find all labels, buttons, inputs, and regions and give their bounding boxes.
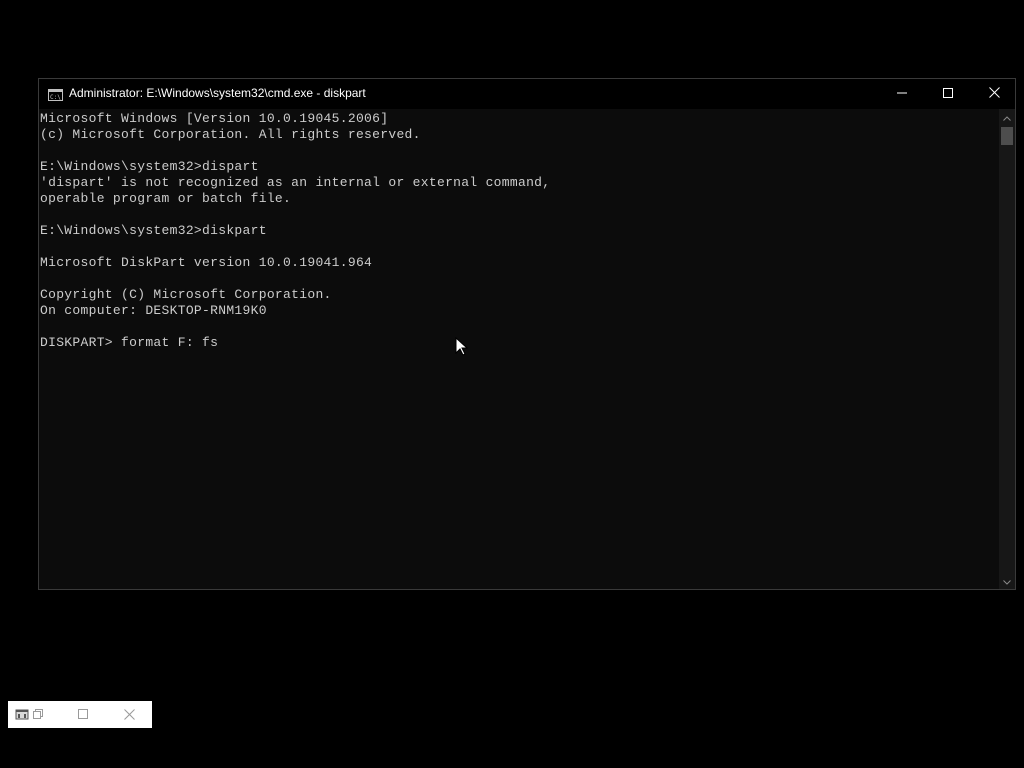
mouse-pointer-icon xyxy=(455,336,469,357)
console-line: operable program or batch file. xyxy=(40,191,292,206)
title-bar[interactable]: C:\ Administrator: E:\Windows\system32\c… xyxy=(39,79,1015,109)
maximize-button[interactable] xyxy=(925,79,971,109)
minimize-icon xyxy=(897,85,907,103)
maximize-icon[interactable] xyxy=(75,706,91,722)
command-prompt-input[interactable]: DISKPART> format F: fs xyxy=(40,335,218,351)
close-icon[interactable] xyxy=(121,706,137,722)
console-line: E:\Windows\system32>dispart xyxy=(40,159,259,174)
console-line: E:\Windows\system32>diskpart xyxy=(40,223,267,238)
scroll-up-button[interactable] xyxy=(999,109,1015,125)
console-line: Microsoft Windows [Version 10.0.19045.20… xyxy=(40,111,389,126)
cmd-window: C:\ Administrator: E:\Windows\system32\c… xyxy=(38,78,1016,590)
console-line: Copyright (C) Microsoft Corporation. xyxy=(40,287,332,302)
chevron-up-icon xyxy=(1003,108,1011,126)
window-title: Administrator: E:\Windows\system32\cmd.e… xyxy=(69,86,366,100)
scroll-down-button[interactable] xyxy=(999,573,1015,589)
app-icon[interactable] xyxy=(15,706,31,722)
scroll-thumb[interactable] xyxy=(1001,127,1013,145)
close-icon xyxy=(988,85,1000,103)
svg-text:C:\: C:\ xyxy=(50,94,61,101)
console-line: Microsoft DiskPart version 10.0.19041.96… xyxy=(40,255,373,270)
console-line: (c) Microsoft Corporation. All rights re… xyxy=(40,127,421,142)
console-line: 'dispart' is not recognized as an intern… xyxy=(40,175,551,190)
console-output[interactable]: Microsoft Windows [Version 10.0.19045.20… xyxy=(39,109,999,589)
restore-icon[interactable] xyxy=(30,706,46,722)
minimized-window-bar[interactable] xyxy=(8,701,152,728)
cmd-icon[interactable]: C:\ xyxy=(48,88,63,101)
vertical-scrollbar[interactable] xyxy=(999,109,1015,589)
chevron-down-icon xyxy=(1003,572,1011,590)
close-button[interactable] xyxy=(971,79,1017,109)
maximize-icon xyxy=(943,85,953,103)
console-line: On computer: DESKTOP-RNM19K0 xyxy=(40,303,267,318)
minimize-button[interactable] xyxy=(879,79,925,109)
